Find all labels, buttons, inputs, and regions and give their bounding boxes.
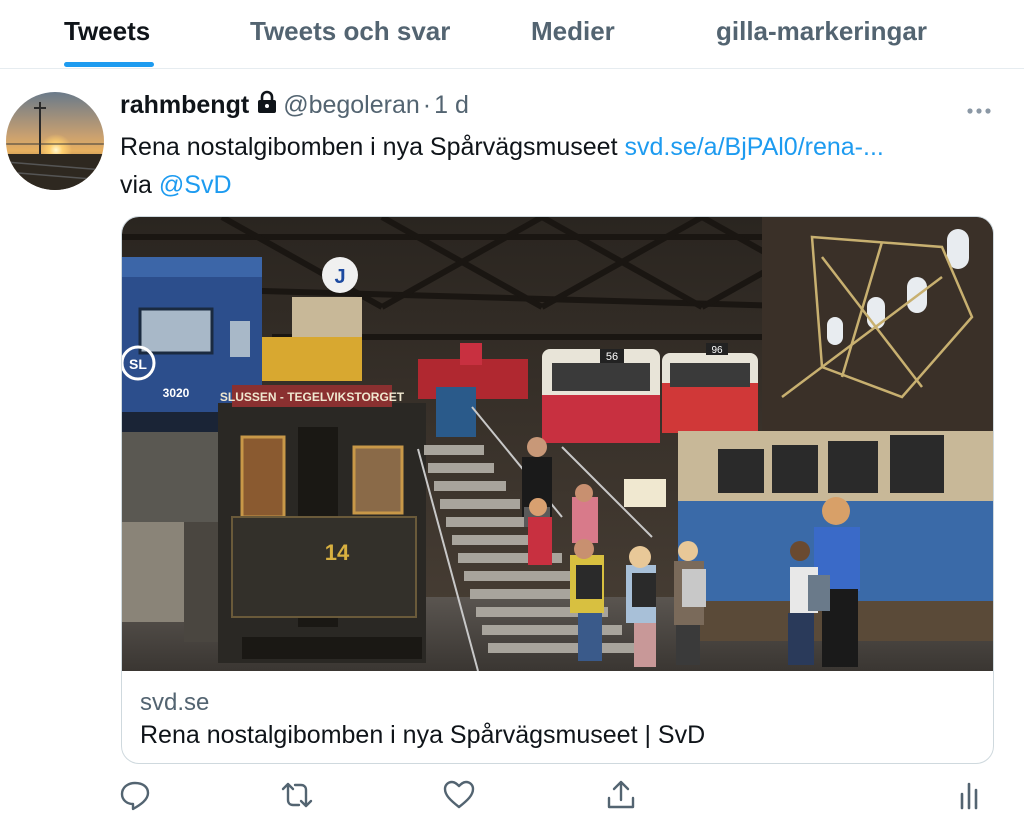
svg-text:J: J <box>334 266 345 288</box>
tram-number: 14 <box>325 540 350 565</box>
tab-media[interactable]: Medier <box>531 16 615 47</box>
separator-dot: · <box>422 91 432 119</box>
avatar[interactable] <box>6 92 104 190</box>
author-handle[interactable]: @begoleran <box>283 91 420 120</box>
tweet-text: Rena nostalgibomben i nya Spårvägsmuseet… <box>120 128 1000 204</box>
author-name[interactable]: rahmbengt <box>120 91 249 120</box>
profile-tabs: Tweets Tweets och svar Medier gilla-mark… <box>0 0 1024 69</box>
lock-icon <box>257 90 277 121</box>
tab-tweets-and-replies[interactable]: Tweets och svar <box>250 16 450 47</box>
tweet-body: Rena nostalgibomben i nya Spårvägsmuseet <box>120 133 625 161</box>
card-title: Rena nostalgibomben i nya Spårvägsmuseet… <box>140 721 706 749</box>
tab-likes[interactable]: gilla-markeringar <box>716 16 927 47</box>
heart-icon[interactable] <box>442 778 476 812</box>
mention-link[interactable]: @SvD <box>159 171 232 199</box>
tram-route-a: 56 <box>606 351 618 363</box>
train-number: 3020 <box>163 386 190 400</box>
link-card[interactable]: SL 3020 J 56 96 SLUSSEN - TEGELVIKSTORGE… <box>121 216 994 764</box>
retweet-icon[interactable] <box>280 778 314 812</box>
card-image[interactable]: SL 3020 J 56 96 SLUSSEN - TEGELVIKSTORGE… <box>122 217 993 672</box>
tweet-link[interactable]: svd.se/a/BjPAl0/rena-... <box>624 133 883 161</box>
more-options-icon[interactable] <box>966 94 992 122</box>
tab-tweets[interactable]: Tweets <box>64 16 150 47</box>
tram-route-b: 96 <box>711 345 723 356</box>
tweet-header: rahmbengt @begoleran · 1 d <box>120 90 469 121</box>
active-tab-indicator <box>64 62 154 67</box>
reply-icon[interactable] <box>118 778 152 812</box>
train-logo: SL <box>129 356 147 372</box>
card-domain: svd.se <box>140 689 210 716</box>
tweet-timestamp[interactable]: 1 d <box>434 91 469 120</box>
via-label: via <box>120 171 159 199</box>
analytics-icon[interactable] <box>952 778 986 812</box>
share-icon[interactable] <box>604 778 638 812</box>
tram-destination: SLUSSEN - TEGELVIKSTORGET <box>220 390 405 404</box>
